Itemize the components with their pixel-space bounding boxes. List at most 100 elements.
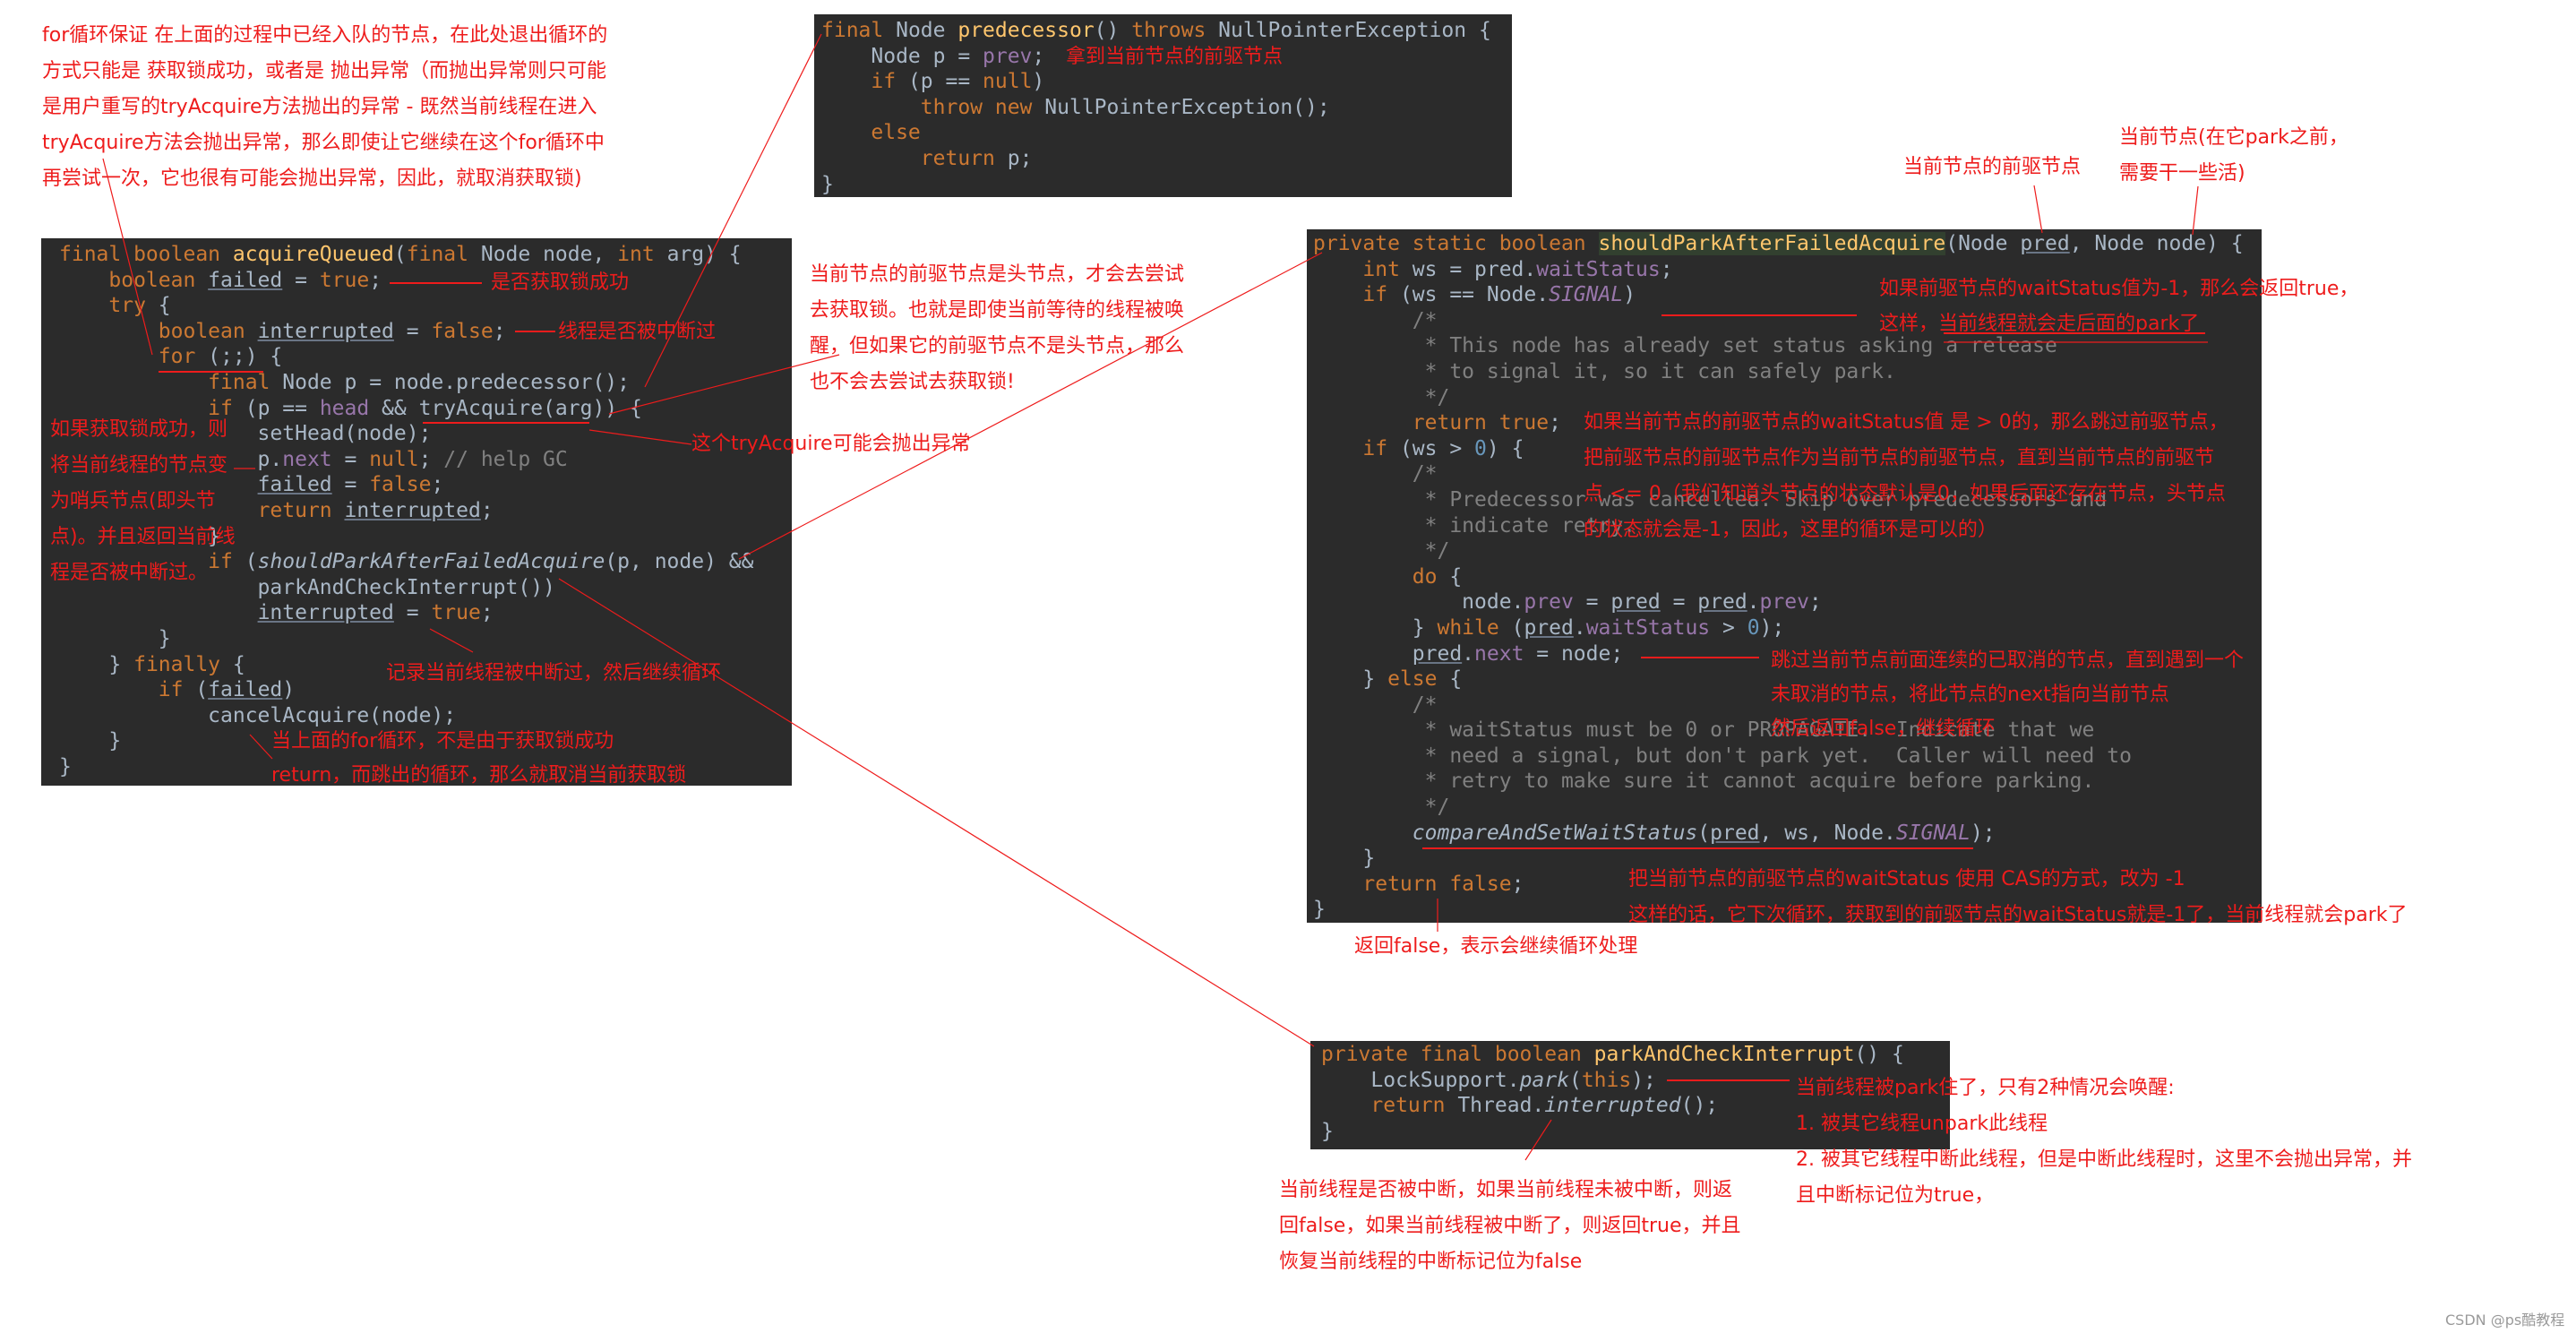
annotation-line: 且中断标记位为true， (1796, 1184, 1995, 1207)
code-token: false (431, 319, 494, 343)
code-token: prev (983, 44, 1033, 68)
code-token: ( (1568, 1068, 1582, 1092)
code-token: if (1362, 436, 1400, 460)
code-token: waitStatus (1585, 615, 1711, 640)
code-token: */ (1313, 539, 1450, 563)
annotation-line: 回false，如果当前线程被中断了，则返回true，并且 (1279, 1215, 1741, 1237)
code-line: } (59, 626, 792, 652)
annotation-line: 然后返回false，继续循环 (1771, 718, 1996, 740)
code-token: } (59, 626, 171, 650)
code-token: compareAndSetWaitStatus (1412, 821, 1698, 845)
code-token: false (369, 473, 432, 497)
code-token: failed (257, 473, 332, 497)
code-token: return (920, 146, 1008, 170)
code-token: int (617, 243, 667, 266)
code-token: boolean (158, 319, 258, 343)
code-token: pred (1524, 615, 1574, 640)
code-token: ) (1032, 70, 1045, 94)
code-token: */ (1313, 796, 1450, 820)
code-token: ; (1032, 44, 1045, 68)
code-token: this (1581, 1068, 1632, 1092)
code-token: ); (1631, 1068, 1656, 1092)
code-block-predecessor: final Node predecessor() throws NullPoin… (814, 14, 1512, 197)
annotation-line: for循环保证 在上面的过程中已经入队的节点，在此处退出循环的 (42, 24, 608, 47)
code-line: interrupted = true; (59, 600, 792, 626)
code-token: for (158, 345, 209, 369)
code-line: node.prev = pred = pred.prev; (1313, 589, 2262, 615)
code-token: { (158, 294, 171, 318)
annotation-line: 再尝试一次，它也很有可能会抛出异常，因此，就取消获取锁) (42, 168, 582, 190)
code-token: if (158, 678, 196, 702)
code-token: Thread. (1457, 1094, 1545, 1118)
code-token: (p == (245, 396, 320, 420)
code-token: ); (1759, 615, 1785, 640)
code-token: true (319, 268, 370, 292)
annotation-line: 程是否被中断过。 (50, 562, 209, 584)
code-token: /* (1313, 692, 1438, 717)
code-token: * to signal it, so it can safely park. (1313, 359, 1896, 383)
code-token: pred (1610, 590, 1661, 615)
pred-param-note: 当前节点的前驱节点 (1903, 156, 2082, 178)
code-token: pred (2020, 232, 2070, 255)
code-token: * need a signal, but don't park yet. Cal… (1313, 744, 2132, 768)
code-line: throw new NullPointerException(); (821, 95, 1512, 121)
code-token: ; (431, 473, 444, 497)
head-note: 当前节点的前驱节点是头节点，才会去尝试 去获取锁。也就是即使当前等待的线程被唤 醒，… (810, 257, 1184, 400)
code-token: while (1437, 615, 1512, 640)
code-line: boolean failed = true; (59, 268, 792, 294)
code-token: = (393, 601, 432, 625)
code-token: Node node, (480, 243, 618, 266)
code-line: } while (pred.waitStatus > 0); (1313, 615, 2262, 641)
code-token: next (282, 447, 332, 471)
code-token: ; (369, 268, 382, 292)
code-token: } (1313, 615, 1438, 640)
code-token: = node; (1524, 641, 1624, 666)
code-token: /* (1313, 462, 1438, 486)
try-acquire-note: 这个tryAcquire可能会抛出异常 (691, 433, 971, 455)
code-token: } (59, 754, 72, 778)
code-line: return p; (821, 146, 1512, 172)
code-token: . (1462, 641, 1475, 666)
code-line: if (p == null) (821, 69, 1512, 95)
acquire-success-note: 如果获取锁成功，则 将当前线程的节点变 为哨兵节点(即头节 点)。并且返回当前线 程是否… (50, 412, 236, 591)
cas-note: 把当前节点的前驱节点的waitStatus 使用 CAS的方式，改为 -1 这样的… (1628, 862, 2408, 933)
for-loop-note: for循环保证 在上面的过程中已经入队的节点，在此处退出循环的 方式只能是 获取锁… (42, 18, 607, 197)
code-token: . (1747, 590, 1760, 615)
code-line: */ (1313, 795, 2262, 821)
interrupted-note: 线程是否被中断过 (558, 321, 717, 343)
code-token: ) (1623, 283, 1636, 307)
park-note: 当前线程被park住了，只有2种情况会唤醒: 1. 被其它线程unpark此线程 2… (1796, 1071, 2412, 1214)
code-token: > (1710, 615, 1747, 640)
code-token: interrupted (1544, 1094, 1681, 1118)
code-token: * retry to make sure it cannot acquire b… (1313, 770, 2095, 794)
cancel-note: 当上面的for循环，不是由于获取锁成功 return，而跳出的循环，那么就取消当前… (271, 725, 686, 793)
code-token: ; (480, 498, 494, 522)
code-token: ( (1697, 821, 1711, 845)
annotation-line: 点 <= 0（我们知道头节点的状态默认是0，如果后面还存在节点，头节点 (1584, 483, 2226, 505)
code-token: waitStatus (1536, 257, 1661, 281)
code-token: return (1370, 1094, 1458, 1118)
annotation-line: 点)。并且返回当前线 (50, 526, 236, 548)
code-line: try { (59, 293, 792, 319)
annotation-line: 需要干一些活) (2119, 162, 2245, 185)
code-token: parkAndCheckInterrupt (1593, 1043, 1855, 1066)
code-token: LockSupport. (1321, 1068, 1520, 1092)
code-token: node. (1313, 590, 1524, 615)
code-token: (ws > (1399, 436, 1475, 460)
record-interrupt-note: 记录当前线程被中断过，然后继续循环 (386, 662, 722, 684)
annotation-line: 如果当前节点的前驱节点的waitStatus值 是 > 0的，那么跳过前驱节点， (1584, 411, 2228, 434)
code-token: ; (1808, 590, 1822, 615)
code-token: ; (493, 319, 506, 343)
code-line: private static boolean shouldParkAfterFa… (1313, 231, 2262, 257)
code-token: p; (1007, 146, 1033, 170)
code-token: = (331, 473, 370, 497)
code-token: { (232, 652, 245, 676)
code-token: } (821, 172, 834, 196)
code-token: ( (393, 243, 407, 266)
code-token: ; (1660, 257, 1673, 281)
